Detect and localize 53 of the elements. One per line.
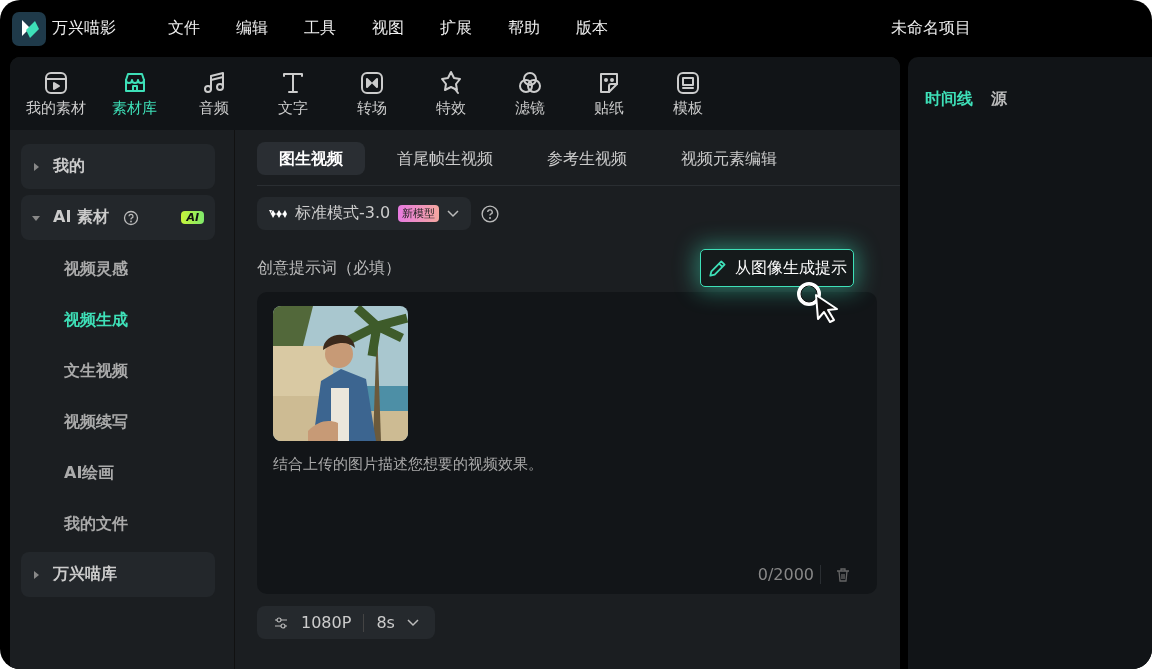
chevron-down-icon — [406, 618, 419, 627]
sidebar-group[interactable]: 万兴喵库 — [21, 552, 215, 597]
prompt-input[interactable]: 结合上传的图片描述您想要的视频效果。 — [273, 455, 861, 565]
sidebar-item[interactable]: 视频灵感 — [21, 246, 234, 291]
toolbar-tab[interactable]: 我的素材 — [16, 57, 95, 130]
panel-tab[interactable]: 时间线 — [925, 89, 973, 110]
mode-tab[interactable]: 视频元素编辑 — [659, 142, 799, 175]
toolbar-tab[interactable]: 文字 — [253, 57, 332, 130]
sidebar-item[interactable]: 视频续写 — [21, 399, 234, 444]
help-icon[interactable] — [122, 209, 139, 226]
sidebar-group[interactable]: AI 素材 AI — [21, 195, 215, 240]
new-badge: 新模型 — [398, 205, 440, 222]
chevron-down-icon — [447, 209, 460, 218]
toolbar-tab[interactable]: 特效 — [411, 57, 490, 130]
mode-tab[interactable]: 图生视频 — [257, 142, 365, 175]
sidebar-item[interactable]: 我的文件 — [21, 501, 234, 546]
panel-tab[interactable]: 源 — [991, 89, 1007, 110]
sidebar-item[interactable]: 文生视频 — [21, 348, 234, 393]
trash-icon[interactable] — [835, 566, 851, 583]
toolbar-tab[interactable]: 模板 — [648, 57, 727, 130]
ai-badge: AI — [181, 211, 204, 224]
logo-icon — [269, 208, 287, 219]
help-icon[interactable] — [481, 204, 500, 223]
prompt-box[interactable]: 结合上传的图片描述您想要的视频效果。 0/2000 — [257, 292, 877, 594]
prompt-label: 创意提示词（必填） — [257, 257, 401, 279]
menu-item[interactable]: 编辑 — [236, 18, 304, 39]
model-dropdown[interactable]: 标准模式-3.0 新模型 — [257, 197, 472, 230]
menu-item[interactable]: 扩展 — [440, 18, 508, 39]
toolbar-tab[interactable]: 音频 — [174, 57, 253, 130]
sidebar-item[interactable]: AI绘画 — [21, 450, 234, 495]
caret-right-icon — [32, 570, 40, 579]
character-counter: 0/2000 — [757, 565, 821, 584]
toolbar-tab[interactable]: 素材库 — [95, 57, 174, 130]
mode-tab[interactable]: 首尾帧生视频 — [375, 142, 515, 175]
project-title: 未命名项目 — [891, 18, 971, 39]
app-logo-icon — [12, 11, 46, 46]
settings-dropdown[interactable]: 1080P 8s — [257, 606, 435, 639]
generate-prompt-button[interactable]: 从图像生成提示 — [700, 249, 854, 287]
menu-item[interactable]: 工具 — [304, 18, 372, 39]
toolbar-tab[interactable]: 转场 — [332, 57, 411, 130]
menu-item[interactable]: 版本 — [576, 18, 644, 39]
toolbar-tab[interactable]: 滤镜 — [490, 57, 569, 130]
sidebar-item[interactable]: 视频生成 — [21, 297, 234, 342]
caret-down-icon — [32, 213, 40, 222]
menu-item[interactable]: 视图 — [372, 18, 440, 39]
mode-tab[interactable]: 参考生视频 — [525, 142, 649, 175]
menu-item[interactable]: 文件 — [168, 18, 236, 39]
menu-item[interactable]: 帮助 — [508, 18, 576, 39]
app-name: 万兴喵影 — [52, 18, 116, 39]
toolbar-tab[interactable]: 贴纸 — [569, 57, 648, 130]
sidebar-group[interactable]: 我的 — [21, 144, 215, 189]
caret-right-icon — [32, 162, 40, 171]
sliders-icon — [273, 614, 289, 631]
